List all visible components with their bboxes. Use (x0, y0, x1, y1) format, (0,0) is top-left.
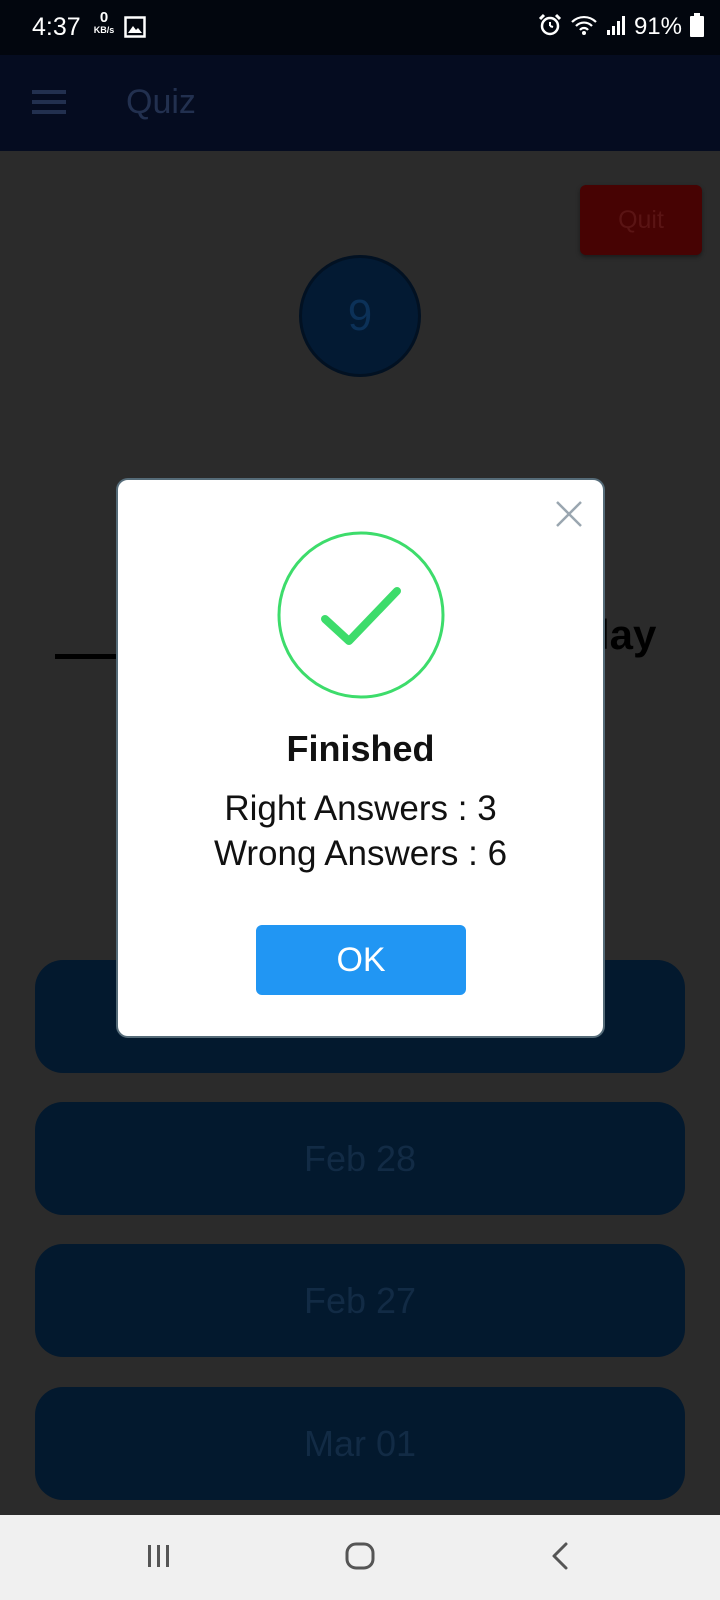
network-speed-unit: KB/s (93, 25, 115, 35)
home-icon[interactable] (345, 1541, 375, 1576)
answer-option[interactable]: Mar 01 (35, 1387, 685, 1500)
app-bar: Quiz (0, 55, 720, 151)
back-icon[interactable] (550, 1541, 570, 1576)
signal-icon (606, 14, 626, 41)
dialog-title: Finished (286, 728, 435, 769)
recent-apps-icon[interactable] (146, 1541, 172, 1576)
question-number-badge: 9 (299, 255, 421, 377)
status-bar: 4:37 0 KB/s 91% (0, 0, 720, 55)
ok-button[interactable]: OK (256, 925, 466, 995)
right-answers-text: Right Answers : 3 (224, 789, 497, 828)
battery-percent: 91% (633, 13, 682, 40)
checkmark-circle-icon (277, 531, 445, 699)
question-text-fragment: lay (598, 611, 657, 658)
quit-button[interactable]: Quit (580, 185, 702, 255)
hamburger-menu-icon[interactable] (32, 89, 66, 120)
alarm-icon (538, 13, 562, 42)
result-dialog: Finished Right Answers : 3 Wrong Answers… (116, 478, 605, 1038)
network-speed-value: 0 (99, 9, 109, 26)
status-time: 4:37 (32, 13, 81, 41)
app-title: Quiz (126, 83, 196, 121)
answer-option[interactable]: Feb 27 (35, 1244, 685, 1357)
battery-icon (690, 12, 704, 42)
wrong-answers-text: Wrong Answers : 6 (213, 834, 508, 873)
close-icon[interactable] (555, 500, 583, 533)
gallery-icon (124, 16, 146, 43)
system-nav-bar (0, 1515, 720, 1600)
network-speed: 0 KB/s (90, 10, 118, 35)
answer-option[interactable]: Feb 28 (35, 1102, 685, 1215)
status-right-group: 91% (538, 12, 704, 42)
wifi-icon (570, 13, 598, 42)
